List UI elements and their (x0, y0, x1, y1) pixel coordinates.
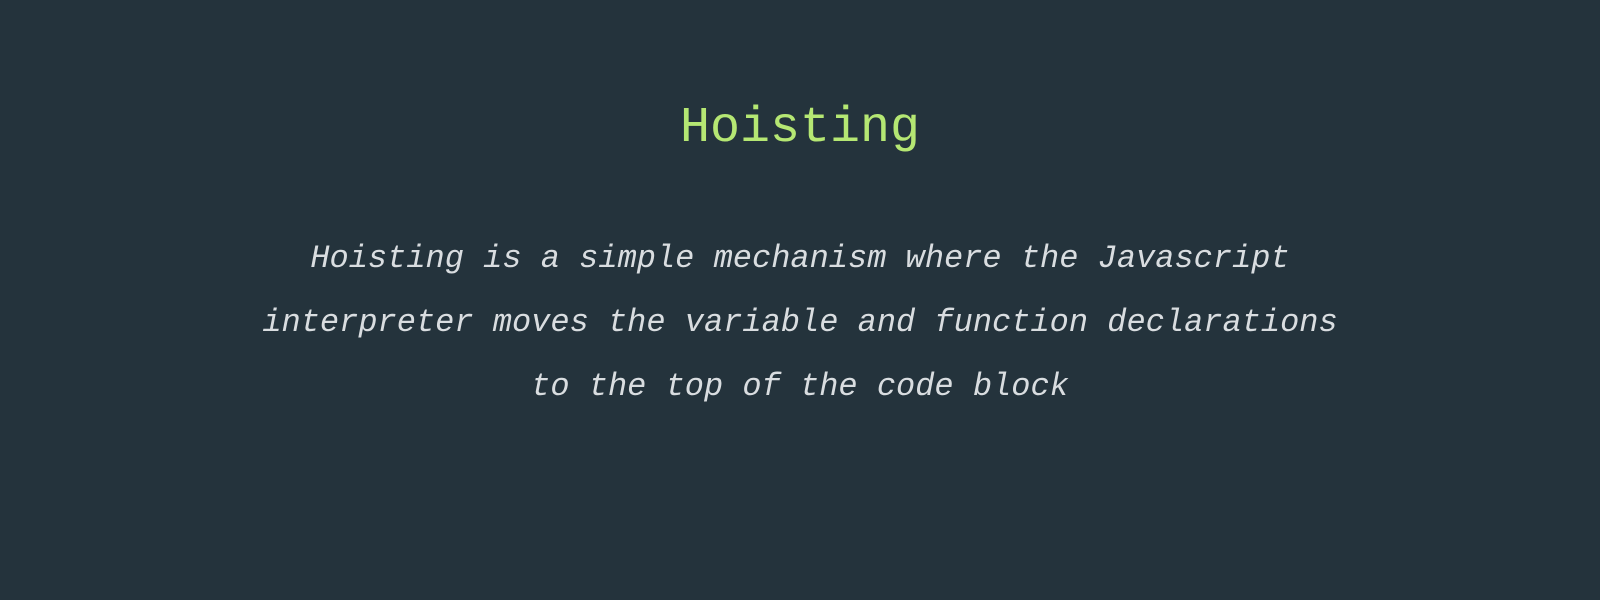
slide-description: Hoisting is a simple mechanism where the… (250, 227, 1350, 419)
slide-title: Hoisting (680, 100, 920, 157)
